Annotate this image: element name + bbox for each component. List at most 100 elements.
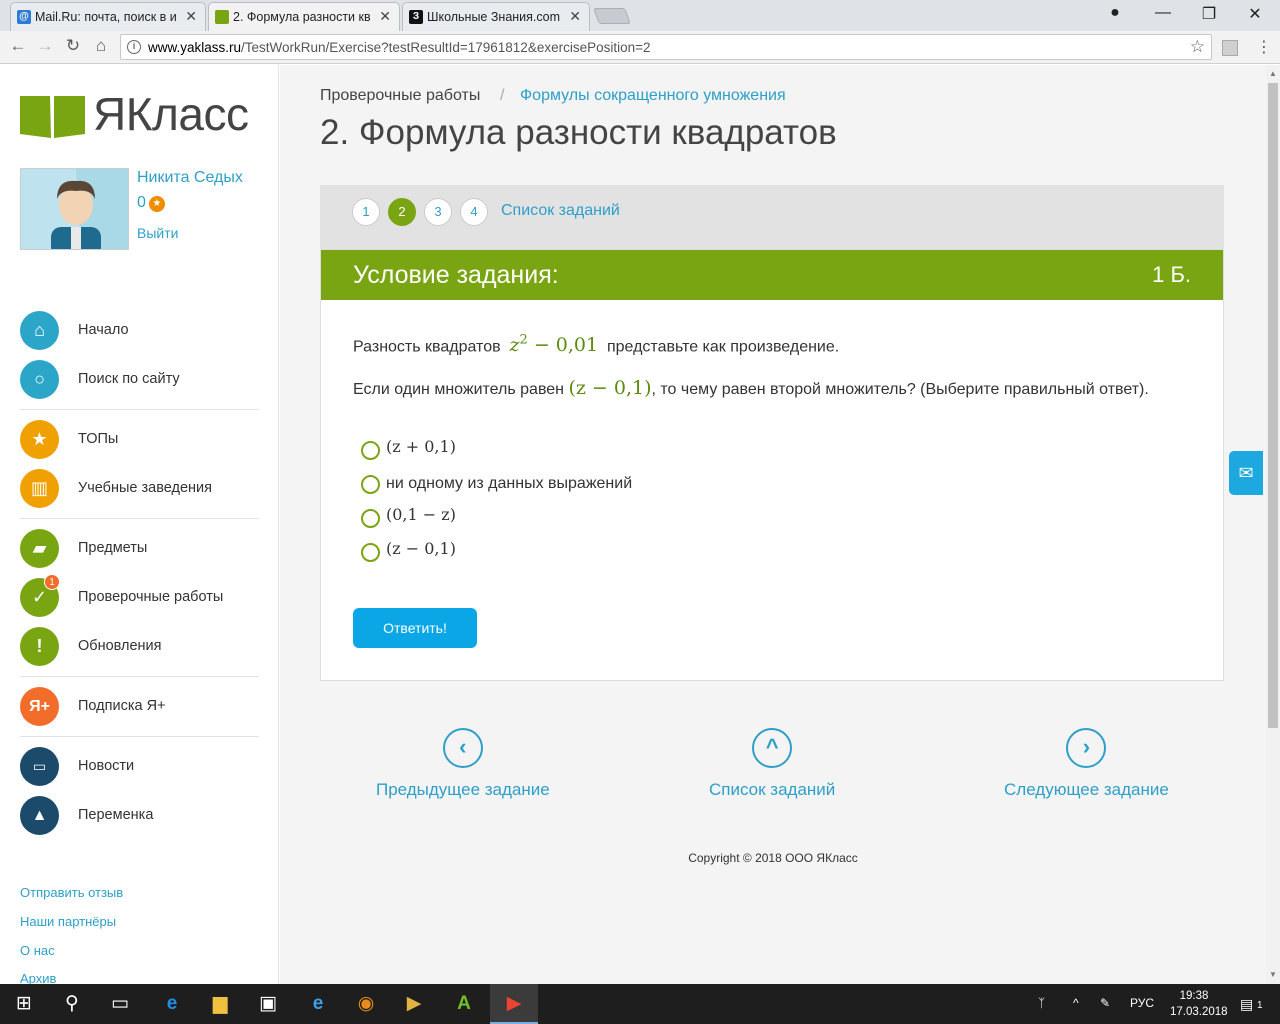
windows-start-icon[interactable]: ⊞ — [0, 984, 48, 1024]
radio-button[interactable] — [361, 509, 380, 528]
copyright: Copyright © 2018 ООО ЯКласс — [688, 851, 858, 865]
tab-znanija[interactable]: З Школьные Знания.com ✕ — [402, 2, 590, 31]
browser-tab-strip: @ Mail.Ru: почта, поиск в и ✕ 2. Формула… — [0, 0, 1280, 31]
pen-icon[interactable]: ✎ — [1100, 996, 1110, 1010]
close-tab-icon[interactable]: ✕ — [185, 8, 197, 25]
prev-task-link[interactable]: ‹ Предыдущее задание — [376, 728, 550, 800]
breadcrumb-current-link[interactable]: Формулы сокращенного умножения — [520, 87, 786, 105]
nav-label: ТОПы — [78, 431, 119, 447]
nav-label: Учебные заведения — [78, 480, 212, 496]
page-3-button[interactable]: 3 — [424, 198, 452, 226]
nav-item-subscription[interactable]: Я+ Подписка Я+ — [20, 687, 260, 727]
avatar[interactable] — [20, 168, 129, 250]
media-player-icon[interactable]: ◉ — [342, 984, 390, 1024]
close-tab-icon[interactable]: ✕ — [569, 8, 581, 25]
next-task-link[interactable]: › Следующее задание — [1004, 728, 1169, 800]
ya-plus-icon: Я+ — [20, 687, 59, 726]
about-link[interactable]: О нас — [20, 943, 55, 958]
nav-item-schools[interactable]: ▥ Учебные заведения — [20, 469, 260, 509]
page-1-button[interactable]: 1 — [352, 198, 380, 226]
url-text[interactable]: www.yaklass.ru/TestWorkRun/Exercise?test… — [148, 40, 651, 55]
internet-explorer-icon[interactable]: e — [294, 984, 342, 1024]
radio-button[interactable] — [361, 543, 380, 562]
breadcrumb-separator: / — [500, 87, 505, 104]
tab-title: 2. Формула разности кв — [233, 10, 371, 24]
close-tab-icon[interactable]: ✕ — [379, 8, 391, 25]
task-list-nav-link[interactable]: ^ Список заданий — [709, 728, 835, 800]
radio-button[interactable] — [361, 475, 380, 494]
nav-item-tests[interactable]: ✓ 1 Проверочные работы — [20, 574, 260, 618]
extension-icon[interactable] — [1222, 40, 1238, 56]
clock[interactable]: 19:38 17.03.2018 — [1170, 988, 1228, 1020]
task-points: 1 Б. — [1152, 262, 1191, 287]
search-icon[interactable]: ⚲ — [48, 984, 96, 1024]
new-tab-button[interactable] — [593, 8, 631, 24]
nav-item-home[interactable]: ⌂ Начало — [20, 311, 260, 351]
user-name-link[interactable]: Никита Седых — [137, 169, 243, 187]
scrollbar-thumb[interactable] — [1268, 83, 1278, 728]
notification-center-icon[interactable]: ▤ — [1240, 996, 1253, 1013]
file-explorer-icon[interactable]: ▆ — [196, 984, 244, 1024]
browser-menu-icon[interactable]: ⋮ — [1256, 37, 1272, 57]
breadcrumb-root-link[interactable]: Проверочные работы — [320, 87, 480, 105]
nav-item-news[interactable]: ▭ Новости — [20, 747, 260, 787]
nav-item-search[interactable]: ○ Поиск по сайту — [20, 360, 260, 400]
video-icon[interactable]: ▶ — [390, 984, 438, 1024]
nav-label: Начало — [78, 322, 129, 338]
nav-item-updates[interactable]: ! Обновления — [20, 627, 260, 667]
chevron-up-icon[interactable]: ^ — [1073, 996, 1079, 1010]
app-a-icon[interactable]: A — [440, 984, 488, 1024]
znanija-favicon-icon: З — [409, 10, 423, 24]
home-icon[interactable]: ⌂ — [89, 36, 113, 56]
page-4-button[interactable]: 4 — [460, 198, 488, 226]
submit-answer-button[interactable]: Ответить! — [353, 608, 477, 648]
nav-label: Переменка — [78, 807, 154, 823]
task-view-icon[interactable]: ▭ — [96, 984, 144, 1024]
logout-link[interactable]: Выйти — [137, 225, 178, 241]
restore-button[interactable]: ❐ — [1189, 4, 1229, 24]
nav-item-tops[interactable]: ★ ТОПы — [20, 420, 260, 460]
close-window-button[interactable]: ✕ — [1235, 4, 1275, 24]
user-points[interactable]: 0 ★ — [137, 194, 165, 212]
scroll-up-icon[interactable]: ▲ — [1269, 69, 1277, 78]
tab-mailru[interactable]: @ Mail.Ru: почта, поиск в и ✕ — [10, 2, 206, 31]
nav-item-break[interactable]: ▲ Переменка — [20, 796, 260, 836]
tab-title: Mail.Ru: почта, поиск в и — [35, 10, 177, 24]
youtube-icon[interactable]: ▶ — [490, 984, 538, 1024]
archive-link[interactable]: Архив — [20, 971, 56, 984]
task-list-link[interactable]: Список заданий — [501, 202, 620, 220]
divider — [20, 736, 259, 737]
edge-icon[interactable]: e — [148, 984, 196, 1024]
chevron-up-icon: ^ — [752, 728, 793, 768]
page-2-button[interactable]: 2 — [388, 198, 416, 226]
language-indicator[interactable]: РУС — [1130, 996, 1154, 1010]
nav-item-subjects[interactable]: ▰ Предметы — [20, 529, 260, 569]
school-icon: ▥ — [20, 469, 59, 508]
divider — [20, 518, 259, 519]
bookmark-star-icon[interactable]: ☆ — [1190, 37, 1205, 57]
account-icon[interactable]: ● — [1095, 4, 1135, 22]
tab-yaklass[interactable]: 2. Формула разности кв ✕ — [208, 2, 400, 31]
forward-icon[interactable]: → — [33, 36, 57, 56]
task-panel: Условие задания: 1 Б. Разность квадратов… — [320, 249, 1224, 681]
chevron-right-icon: › — [1066, 728, 1107, 768]
back-icon[interactable]: ← — [6, 36, 30, 56]
address-bar[interactable]: i www.yaklass.ru/TestWorkRun/Exercise?te… — [120, 34, 1212, 60]
reload-icon[interactable]: ↻ — [61, 36, 85, 56]
radio-button[interactable] — [361, 441, 380, 460]
people-icon[interactable]: ᛉ — [1038, 996, 1045, 1010]
question-line-2: Если один множитель равен (z − 0,1), то … — [353, 377, 1149, 399]
scroll-down-icon[interactable]: ▼ — [1269, 970, 1277, 979]
partners-link[interactable]: Наши партнёры — [20, 914, 116, 929]
store-icon[interactable]: ▣ — [244, 984, 292, 1024]
feedback-link[interactable]: Отправить отзыв — [20, 885, 123, 900]
math-expression: (z − 0,1) — [568, 377, 652, 399]
page-scrollbar[interactable]: ▲ ▼ — [1266, 65, 1280, 984]
notification-badge: 1 — [44, 574, 60, 590]
minimize-button[interactable]: — — [1143, 4, 1183, 22]
info-icon[interactable]: i — [127, 40, 141, 54]
math-expression: z2 − 0,01 — [509, 333, 599, 357]
mailru-favicon-icon: @ — [17, 10, 31, 24]
feedback-mail-icon[interactable]: ✉ — [1229, 451, 1263, 495]
main-content: Проверочные работы / Формулы сокращенног… — [280, 65, 1266, 984]
